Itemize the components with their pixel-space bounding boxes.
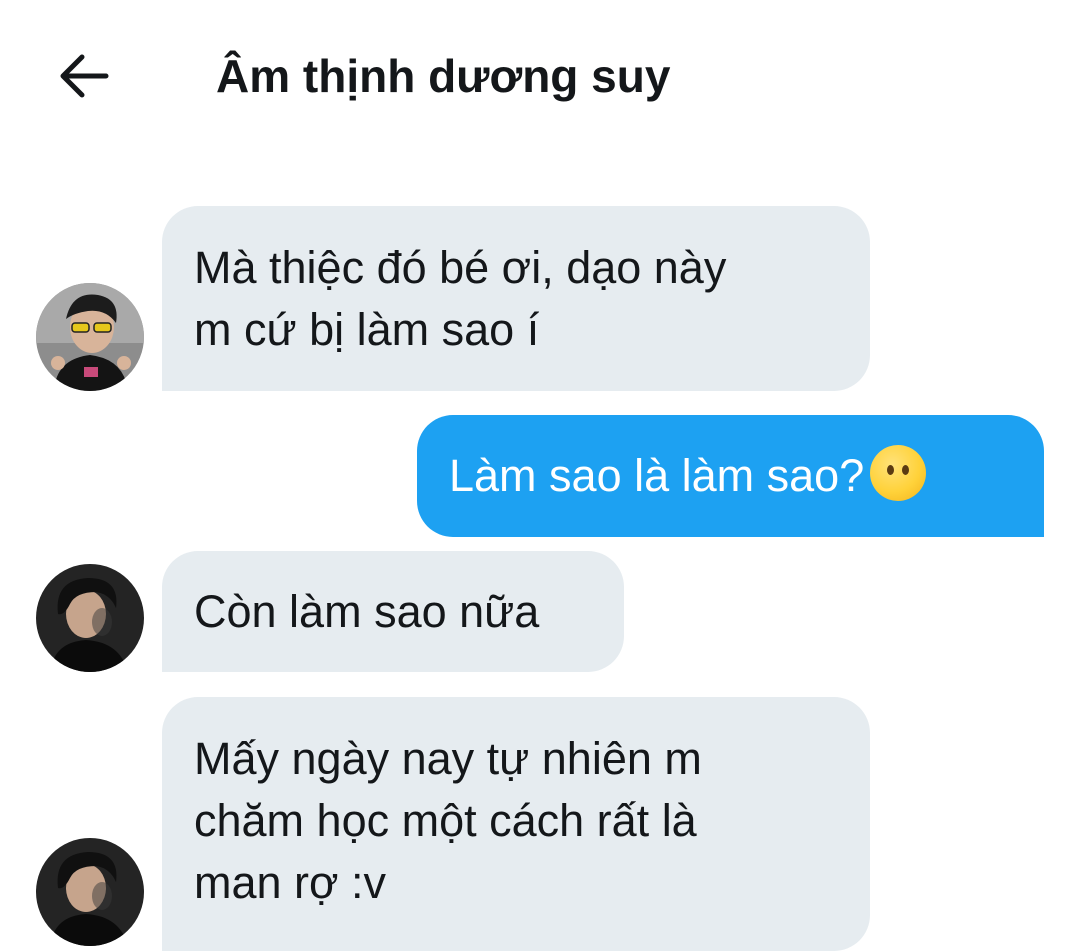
- avatar-photo-icon: [36, 838, 144, 946]
- message-bubble-incoming[interactable]: Mà thiệc đó bé ơi, dạo này m cứ bị làm s…: [162, 206, 870, 391]
- message-text: Mấy ngày nay tự nhiên m chăm học một các…: [194, 733, 702, 908]
- message-text: Còn làm sao nữa: [194, 586, 540, 637]
- message-bubble-incoming[interactable]: Mấy ngày nay tự nhiên m chăm học một các…: [162, 697, 870, 951]
- face-without-mouth-emoji-icon: [870, 445, 927, 501]
- arrow-left-icon: [60, 54, 109, 98]
- avatar-photo-icon: [36, 283, 144, 391]
- sender-avatar[interactable]: [36, 564, 144, 672]
- sender-avatar[interactable]: [36, 283, 144, 391]
- message-text: Mà thiệc đó bé ơi, dạo này m cứ bị làm s…: [194, 242, 727, 355]
- chat-header: Âm thịnh dương suy: [0, 0, 1080, 150]
- avatar-photo-icon: [36, 564, 144, 672]
- message-text: Làm sao là làm sao?: [449, 450, 865, 501]
- message-bubble-incoming[interactable]: Còn làm sao nữa: [162, 551, 624, 672]
- message-bubble-outgoing[interactable]: Làm sao là làm sao?: [417, 415, 1044, 537]
- back-button[interactable]: [52, 44, 116, 108]
- conversation-title[interactable]: Âm thịnh dương suy: [216, 46, 670, 106]
- sender-avatar[interactable]: [36, 838, 144, 946]
